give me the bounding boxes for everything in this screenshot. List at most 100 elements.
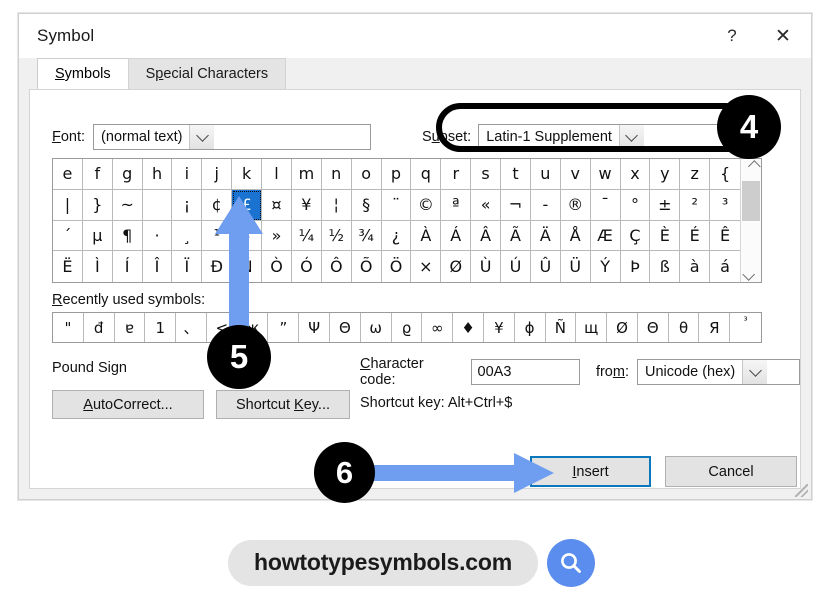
recent-symbol-cell[interactable]: Ψ xyxy=(299,313,331,342)
symbol-cell[interactable]: à xyxy=(680,251,711,282)
from-combobox[interactable]: Unicode (hex) xyxy=(637,359,800,385)
recent-symbol-cell[interactable]: θ xyxy=(669,313,700,342)
symbol-cell[interactable]: q xyxy=(411,159,442,190)
symbol-cell[interactable]: À xyxy=(411,220,442,252)
recent-symbol-cell[interactable]: " xyxy=(53,313,84,342)
symbol-cell[interactable]: f xyxy=(82,159,113,190)
tab-symbols[interactable]: Symbols xyxy=(37,58,129,89)
symbol-cell[interactable]: z xyxy=(680,159,711,190)
recent-symbol-cell[interactable]: ω xyxy=(361,313,392,342)
symbol-cell[interactable]: h xyxy=(142,159,173,190)
recent-symbol-cell[interactable]: ³ xyxy=(730,313,761,342)
close-icon[interactable]: ✕ xyxy=(755,14,811,58)
recent-symbol-cell[interactable]: 1 xyxy=(145,313,177,342)
symbol-cell[interactable]: É xyxy=(680,220,711,252)
symbol-cell[interactable]: ¿ xyxy=(381,220,412,252)
symbol-cell[interactable]: Ó xyxy=(292,251,322,282)
symbol-cell[interactable]: } xyxy=(82,189,113,221)
symbol-cell[interactable]: Ì xyxy=(83,251,113,282)
symbol-cell[interactable]: Ã xyxy=(501,220,531,252)
symbol-cell[interactable]: s xyxy=(471,159,502,190)
symbol-cell[interactable]: Ü xyxy=(561,251,591,282)
symbol-cell[interactable]: · xyxy=(142,220,173,252)
symbol-cell[interactable]: È xyxy=(650,220,681,252)
symbol-cell[interactable]: ½ xyxy=(321,220,352,252)
subset-chevron-down-icon[interactable] xyxy=(618,125,644,149)
recent-symbols-grid[interactable]: "đɐ1、<ж”ΨΘωϱ∞♦¥ϕÑщØΘθЯ³ xyxy=(52,312,762,343)
symbol-cell[interactable]: Ù xyxy=(471,251,502,282)
symbol-cell[interactable]: Ò xyxy=(262,251,292,282)
recent-symbol-cell[interactable]: Ñ xyxy=(546,313,577,342)
symbol-cell[interactable] xyxy=(142,189,173,221)
symbol-cell[interactable]: Þ xyxy=(621,251,651,282)
symbol-cell[interactable]: ¦ xyxy=(321,189,352,221)
symbol-cell[interactable]: x xyxy=(620,159,651,190)
symbol-cell[interactable]: g xyxy=(112,159,143,190)
symbol-cell[interactable]: Ø xyxy=(441,251,472,282)
symbol-cell[interactable]: k xyxy=(232,159,263,190)
font-chevron-down-icon[interactable] xyxy=(189,125,215,149)
symbol-cell[interactable]: o xyxy=(351,159,382,190)
symbol-cell[interactable]: Í xyxy=(113,251,143,282)
symbol-cell[interactable]: ¼ xyxy=(291,220,322,252)
help-icon[interactable]: ? xyxy=(709,14,755,58)
symbol-cell[interactable]: ¾ xyxy=(351,220,382,252)
symbol-cell[interactable]: | xyxy=(53,189,83,221)
recent-symbol-cell[interactable]: ♦ xyxy=(453,313,484,342)
symbol-cell[interactable]: Ö xyxy=(382,251,412,282)
symbol-cell[interactable]: u xyxy=(530,159,561,190)
symbol-cell[interactable]: ³ xyxy=(710,190,740,221)
symbol-cell[interactable]: Õ xyxy=(352,251,382,282)
symbol-grid-scrollbar[interactable] xyxy=(740,159,761,282)
symbol-cell[interactable]: m xyxy=(291,159,322,190)
symbol-cell[interactable]: Î xyxy=(143,251,173,282)
recent-symbol-cell[interactable]: ɐ xyxy=(115,313,146,342)
symbol-cell[interactable]: r xyxy=(441,159,472,190)
recent-symbol-cell[interactable]: Θ xyxy=(330,313,361,342)
symbol-cell[interactable]: t xyxy=(501,159,531,190)
symbol-cell[interactable]: ¥ xyxy=(291,189,322,221)
symbol-cell[interactable]: § xyxy=(351,189,382,221)
recent-symbol-cell[interactable]: Ø xyxy=(607,313,638,342)
symbol-cell[interactable]: l xyxy=(262,159,292,190)
symbol-cell[interactable]: ± xyxy=(650,189,681,221)
symbol-cell[interactable]: ¶ xyxy=(112,220,143,252)
symbol-cell[interactable]: » xyxy=(262,220,292,252)
symbol-cell[interactable]: { xyxy=(710,159,740,190)
recent-symbol-cell[interactable]: ” xyxy=(268,313,300,342)
symbol-cell[interactable]: ~ xyxy=(112,189,143,221)
symbol-cell[interactable]: © xyxy=(411,189,442,221)
symbol-cell[interactable]: « xyxy=(471,189,502,221)
symbol-cell[interactable]: ¡ xyxy=(172,189,203,221)
symbol-cell[interactable]: - xyxy=(530,189,561,221)
symbol-cell[interactable]: p xyxy=(381,159,412,190)
symbol-cell[interactable]: ¤ xyxy=(262,189,292,221)
symbol-cell[interactable]: µ xyxy=(82,220,113,252)
symbol-cell[interactable]: ª xyxy=(441,189,472,221)
symbol-cell[interactable]: Á xyxy=(441,220,472,252)
symbol-cell[interactable]: Ê xyxy=(710,221,740,252)
recent-symbol-cell[interactable]: ϕ xyxy=(515,313,546,342)
symbol-cell[interactable]: w xyxy=(590,159,621,190)
recent-symbol-cell[interactable]: ∞ xyxy=(422,313,454,342)
resize-grip-icon[interactable] xyxy=(795,484,808,497)
recent-symbol-cell[interactable]: 、 xyxy=(176,313,207,342)
symbol-cell[interactable]: á xyxy=(710,251,740,282)
symbol-cell[interactable]: n xyxy=(321,159,352,190)
symbol-cell[interactable]: Ä xyxy=(530,220,561,252)
symbol-cell[interactable]: ² xyxy=(680,189,711,221)
symbol-cell[interactable]: Ë xyxy=(53,251,83,282)
symbol-cell[interactable]: Ç xyxy=(620,220,651,252)
symbol-cell[interactable]: ° xyxy=(620,189,651,221)
font-combobox[interactable]: (normal text) xyxy=(93,124,372,150)
autocorrect-button[interactable]: AutoCorrect... xyxy=(52,390,204,419)
symbol-cell[interactable]: ® xyxy=(560,189,591,221)
symbol-cell[interactable]: Û xyxy=(531,251,561,282)
symbol-cell[interactable]: v xyxy=(560,159,591,190)
symbol-cell[interactable]: Â xyxy=(471,220,502,252)
symbol-cell[interactable]: Ô xyxy=(322,251,352,282)
recent-symbol-cell[interactable]: Я xyxy=(699,313,731,342)
symbol-cell[interactable]: Ý xyxy=(591,251,621,282)
recent-symbol-cell[interactable]: đ xyxy=(84,313,115,342)
cancel-button[interactable]: Cancel xyxy=(665,456,797,487)
